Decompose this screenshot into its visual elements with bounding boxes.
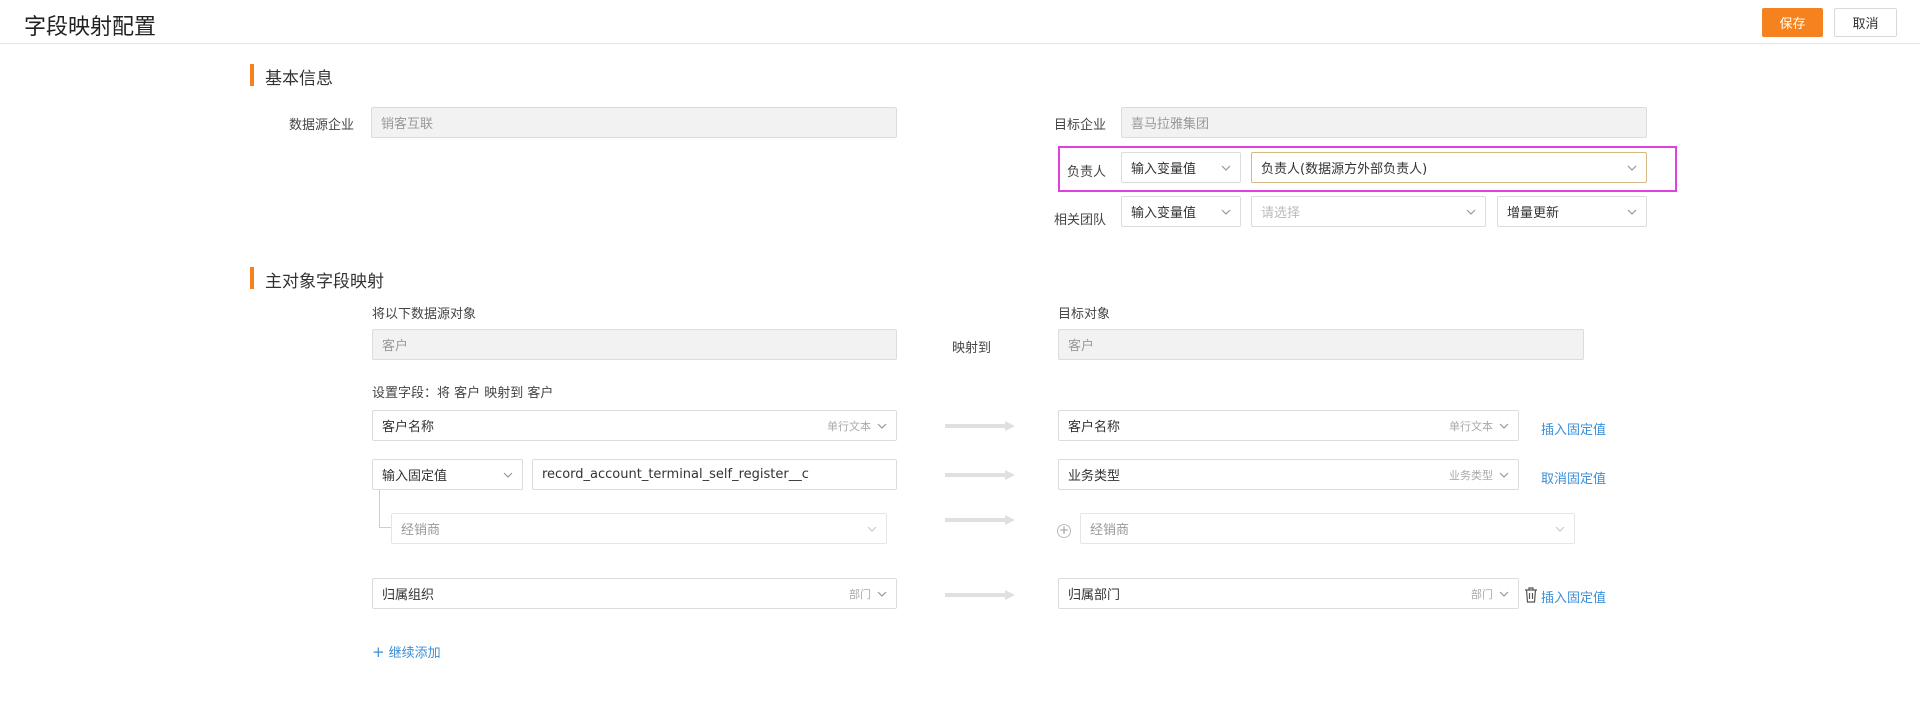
- chevron-down-icon: [503, 472, 513, 478]
- section-title-basic: 基本信息: [265, 69, 333, 89]
- fixed-value-text: record_account_terminal_self_register__c: [542, 467, 809, 482]
- target-field-type: 部门: [1471, 587, 1493, 601]
- owner-value-select[interactable]: 负责人(数据源方外部负责人): [1251, 152, 1647, 183]
- target-object-value: 客户: [1068, 339, 1095, 354]
- source-field-select[interactable]: 归属组织 部门: [372, 578, 897, 609]
- plus-icon: +: [372, 642, 385, 661]
- chevron-down-icon: [877, 423, 887, 429]
- source-field-select[interactable]: 客户名称 单行文本: [372, 410, 897, 441]
- insert-fixed-value-link[interactable]: 插入固定值: [1541, 587, 1606, 606]
- team-member-select[interactable]: 请选择: [1251, 196, 1486, 227]
- source-mode-value: 输入固定值: [382, 469, 448, 484]
- target-field-select[interactable]: 业务类型 业务类型: [1058, 459, 1519, 490]
- chevron-down-icon: [877, 591, 887, 597]
- top-bar: 字段映射配置 保存 取消: [0, 0, 1920, 44]
- fixed-value-select[interactable]: record_account_terminal_self_register__c: [532, 459, 897, 490]
- source-enterprise-label: 数据源企业: [289, 118, 355, 133]
- dependent-target-value: 经销商: [1090, 523, 1130, 538]
- dependent-source-select[interactable]: 经销商: [391, 513, 887, 544]
- target-enterprise-value: 喜马拉雅集团: [1131, 117, 1210, 132]
- page-title: 字段映射配置: [24, 15, 157, 40]
- source-object-value: 客户: [382, 339, 409, 354]
- source-field-name: 归属组织: [382, 588, 435, 603]
- source-object-field: 客户: [372, 329, 897, 360]
- insert-fixed-value-link[interactable]: 插入固定值: [1541, 419, 1606, 438]
- team-mode-value: 输入变量值: [1131, 206, 1197, 221]
- target-object-label: 目标对象: [1058, 307, 1111, 322]
- chevron-down-icon: [1221, 165, 1231, 171]
- target-enterprise-label: 目标企业: [1054, 118, 1107, 133]
- section-title-mapping: 主对象字段映射: [265, 272, 384, 292]
- source-object-label: 将以下数据源对象: [372, 307, 477, 322]
- chevron-down-icon: [1627, 165, 1637, 171]
- chevron-down-icon: [1627, 209, 1637, 215]
- owner-mode-value: 输入变量值: [1131, 162, 1197, 177]
- chevron-down-icon: [1499, 472, 1509, 478]
- chevron-down-icon: [1466, 209, 1476, 215]
- arrow-right-icon: [945, 470, 1015, 480]
- dependent-target-select[interactable]: 经销商: [1080, 513, 1575, 544]
- owner-value-text: 负责人(数据源方外部负责人): [1261, 162, 1428, 177]
- set-fields-text: 设置字段：将 客户 映射到 客户: [372, 386, 554, 401]
- trash-icon[interactable]: [1524, 587, 1538, 603]
- target-field-name: 归属部门: [1068, 588, 1121, 603]
- cancel-fixed-value-link[interactable]: 取消固定值: [1541, 468, 1606, 487]
- target-field-name: 客户名称: [1068, 420, 1121, 435]
- cancel-button[interactable]: 取消: [1834, 8, 1897, 37]
- target-object-field: 客户: [1058, 329, 1584, 360]
- chevron-down-icon: [1499, 591, 1509, 597]
- tree-connector: [379, 490, 391, 528]
- arrow-right-icon: [945, 421, 1015, 431]
- source-field-name: 客户名称: [382, 420, 435, 435]
- section-accent-bar: [250, 267, 254, 289]
- arrow-right-icon: [945, 590, 1015, 600]
- add-circle-icon[interactable]: +: [1057, 524, 1071, 538]
- source-enterprise-value: 销客互联: [381, 117, 434, 132]
- dependent-source-value: 经销商: [401, 523, 441, 538]
- target-field-select[interactable]: 归属部门 部门: [1058, 578, 1519, 609]
- add-more-button[interactable]: + 继续添加: [372, 642, 441, 662]
- team-label: 相关团队: [1054, 213, 1107, 228]
- chevron-down-icon: [1555, 526, 1565, 532]
- team-update-value: 增量更新: [1507, 206, 1560, 221]
- source-field-type: 单行文本: [827, 419, 871, 433]
- target-field-select[interactable]: 客户名称 单行文本: [1058, 410, 1519, 441]
- team-update-select[interactable]: 增量更新: [1497, 196, 1647, 227]
- add-more-label: 继续添加: [388, 646, 441, 661]
- owner-label: 负责人: [1067, 165, 1107, 180]
- chevron-down-icon: [867, 526, 877, 532]
- source-enterprise-field: 销客互联: [371, 107, 897, 138]
- owner-mode-select[interactable]: 输入变量值: [1121, 152, 1241, 183]
- target-enterprise-field: 喜马拉雅集团: [1121, 107, 1647, 138]
- section-accent-bar: [250, 64, 254, 86]
- map-to-label: 映射到: [952, 341, 992, 356]
- save-button[interactable]: 保存: [1762, 8, 1823, 37]
- target-field-type: 业务类型: [1449, 468, 1493, 482]
- arrow-right-icon: [945, 515, 1015, 525]
- target-field-type: 单行文本: [1449, 419, 1493, 433]
- source-field-type: 部门: [849, 587, 871, 601]
- target-field-name: 业务类型: [1068, 469, 1121, 484]
- team-member-placeholder: 请选择: [1261, 206, 1301, 221]
- chevron-down-icon: [1499, 423, 1509, 429]
- source-mode-select[interactable]: 输入固定值: [372, 459, 523, 490]
- team-mode-select[interactable]: 输入变量值: [1121, 196, 1241, 227]
- chevron-down-icon: [1221, 209, 1231, 215]
